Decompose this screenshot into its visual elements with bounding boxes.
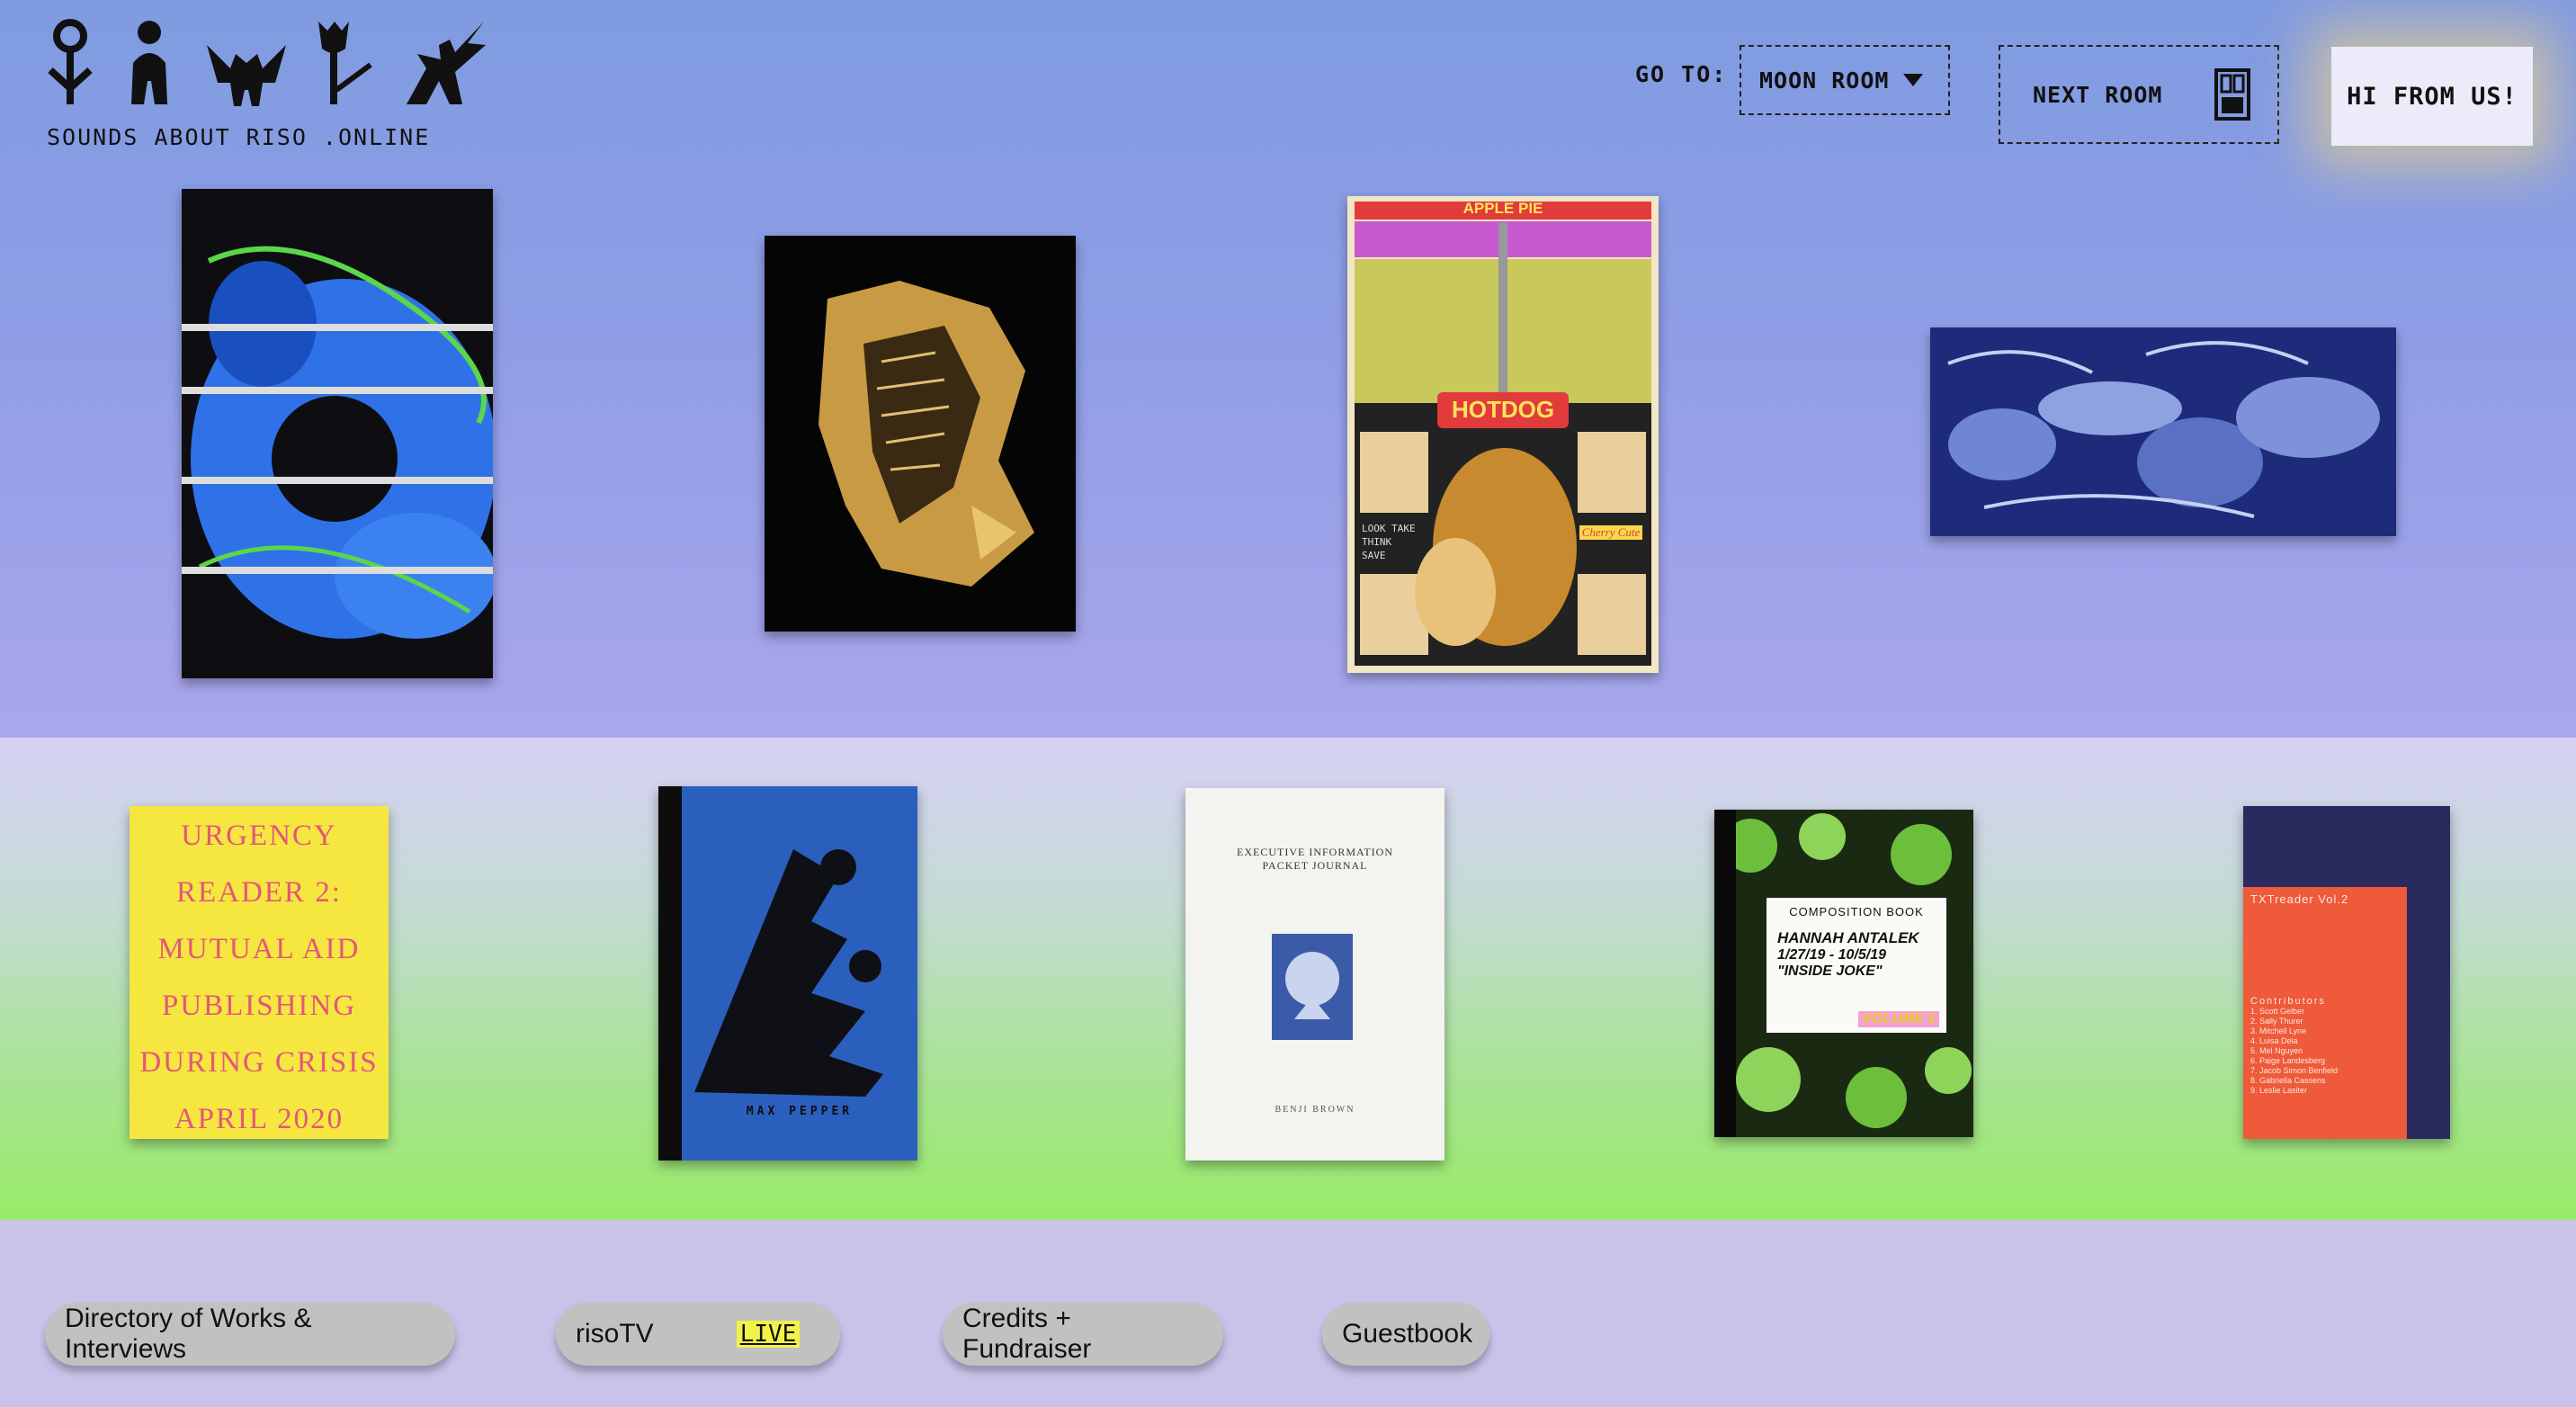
txtreader-contributor-6: 6. Paige Landesberg: [2250, 1056, 2326, 1065]
chevron-down-icon: [1903, 74, 1924, 86]
txtreader-contributor-1: 1. Scott Gelber: [2250, 1007, 2305, 1016]
book-spine: [658, 786, 682, 1161]
crumpled-paper-artwork: [818, 281, 1034, 587]
apple-pie-artwork: [1355, 202, 1651, 666]
hotdog-badge: HOTDOG: [1451, 396, 1555, 423]
urgency-line-2: READER 2:: [176, 876, 342, 909]
look-take-text: LOOK TAKE THINK SAVE: [1362, 523, 1416, 561]
urgency-line-3: MUTUAL AID: [157, 933, 361, 965]
dancing-figure-icon: [407, 22, 486, 104]
next-room-label: NEXT ROOM: [2033, 81, 2163, 108]
flower-person-icon: [48, 19, 93, 104]
executive-title-line-1: EXECUTIVE INFORMATION: [1237, 846, 1393, 858]
max-pepper-author: MAX PEPPER: [746, 1105, 854, 1118]
executive-journal[interactable]: EXECUTIVE INFORMATION PACKET JOURNAL BEN…: [1185, 788, 1445, 1161]
directory-button[interactable]: Directory of Works & Interviews: [45, 1303, 455, 1366]
bird-figure-icon: [207, 45, 286, 106]
credits-label: Credits + Fundraiser: [962, 1304, 1092, 1364]
executive-title-line-2: PACKET JOURNAL: [1262, 859, 1368, 872]
guestbook-label: Guestbook: [1342, 1319, 1473, 1349]
txtreader-contributor-5: 5. Mel Nguyen: [2250, 1046, 2303, 1055]
urgency-reader[interactable]: URGENCY READER 2: MUTUAL AID PUBLISHING …: [130, 806, 389, 1139]
room-select-value: MOON ROOM: [1759, 67, 1890, 94]
txtreader-contributor-3: 3. Mitchell Lyne: [2250, 1026, 2307, 1035]
apple-pie-hotdog-poster[interactable]: APPLE PIE HOTDOG LOOK TAKE THINK SAVE Ch…: [1347, 196, 1659, 673]
composition-heading: COMPOSITION BOOK: [1789, 905, 1924, 919]
txtreader[interactable]: TXTreader Vol.2 Contributors 1. Scott Ge…: [2243, 806, 2450, 1139]
directory-label: Directory of Works & Interviews: [65, 1304, 312, 1364]
composition-book[interactable]: COMPOSITION BOOK HANNAH ANTALEK 1/27/19 …: [1714, 810, 1973, 1137]
txtreader-contributor-4: 4. Luisa Dela: [2250, 1036, 2298, 1045]
we-are-us-artwork: [182, 246, 493, 639]
composition-hand-line-1: HANNAH ANTALEK: [1777, 929, 1919, 946]
blue-figures-artwork: [1947, 341, 2380, 518]
door-icon: [2214, 68, 2250, 121]
crumpled-paper-print[interactable]: [765, 236, 1076, 632]
room-select[interactable]: MOON ROOM: [1740, 45, 1950, 115]
executive-title: EXECUTIVE INFORMATION PACKET JOURNAL: [1185, 846, 1445, 873]
txtreader-contributor-7: 7. Jacob Simon Benfield: [2250, 1066, 2339, 1075]
urgency-line-4: PUBLISHING: [161, 990, 357, 1022]
composition-hand-line-2: 1/27/19 - 10/5/19: [1777, 947, 1886, 963]
guestbook-button[interactable]: Guestbook: [1322, 1303, 1489, 1366]
txtreader-panel: TXTreader Vol.2 Contributors 1. Scott Ge…: [2243, 887, 2407, 1139]
txtreader-contributor-9: 9. Leslie Lasiter: [2250, 1086, 2308, 1095]
we-are-us-poster[interactable]: [182, 189, 493, 678]
site-title[interactable]: SOUNDS ABOUT RISO .ONLINE: [47, 124, 430, 150]
tulip-icon: [318, 22, 372, 104]
apple-pie-header: APPLE PIE: [1462, 200, 1543, 217]
composition-label: COMPOSITION BOOK HANNAH ANTALEK 1/27/19 …: [1765, 896, 1948, 1035]
urgency-line-1: URGENCY: [181, 820, 337, 852]
txtreader-contributor-8: 8. Gabriella Cassens: [2250, 1076, 2326, 1085]
executive-author: BENJI BROWN: [1275, 1105, 1355, 1115]
urgency-reader-title: URGENCY READER 2: MUTUAL AID PUBLISHING …: [135, 808, 383, 1139]
composition-hand-line-3: "INSIDE JOKE": [1777, 963, 1883, 979]
urgency-line-6: APRIL 2020: [174, 1103, 344, 1135]
txtreader-contributors-label: Contributors: [2250, 996, 2326, 1007]
composition-volume: VOLUME 1: [1858, 1011, 1939, 1027]
executive-seal-artwork: [1272, 934, 1353, 1040]
blue-figures-print[interactable]: [1930, 327, 2396, 536]
txtreader-contributor-2: 2. Sally Thurer: [2250, 1017, 2303, 1026]
cherry-cute-tag: Cherry Cute: [1579, 525, 1642, 540]
logo[interactable]: [45, 18, 489, 108]
live-badge: LIVE: [736, 1321, 801, 1348]
goto-label: GO TO:: [1635, 61, 1728, 87]
urgency-line-5: DURING CRISIS: [139, 1046, 379, 1079]
max-pepper-book[interactable]: MAX PEPPER: [658, 786, 917, 1161]
risotv-button[interactable]: risoTV LIVE: [556, 1303, 840, 1366]
risotv-label: risoTV: [576, 1319, 654, 1349]
next-room-button[interactable]: NEXT ROOM: [1999, 45, 2279, 144]
credits-button[interactable]: Credits + Fundraiser: [943, 1303, 1223, 1366]
txtreader-title: TXTreader Vol.2: [2250, 892, 2349, 906]
hi-from-us-button[interactable]: HI FROM US!: [2331, 47, 2533, 146]
standing-figure-icon: [131, 21, 167, 104]
